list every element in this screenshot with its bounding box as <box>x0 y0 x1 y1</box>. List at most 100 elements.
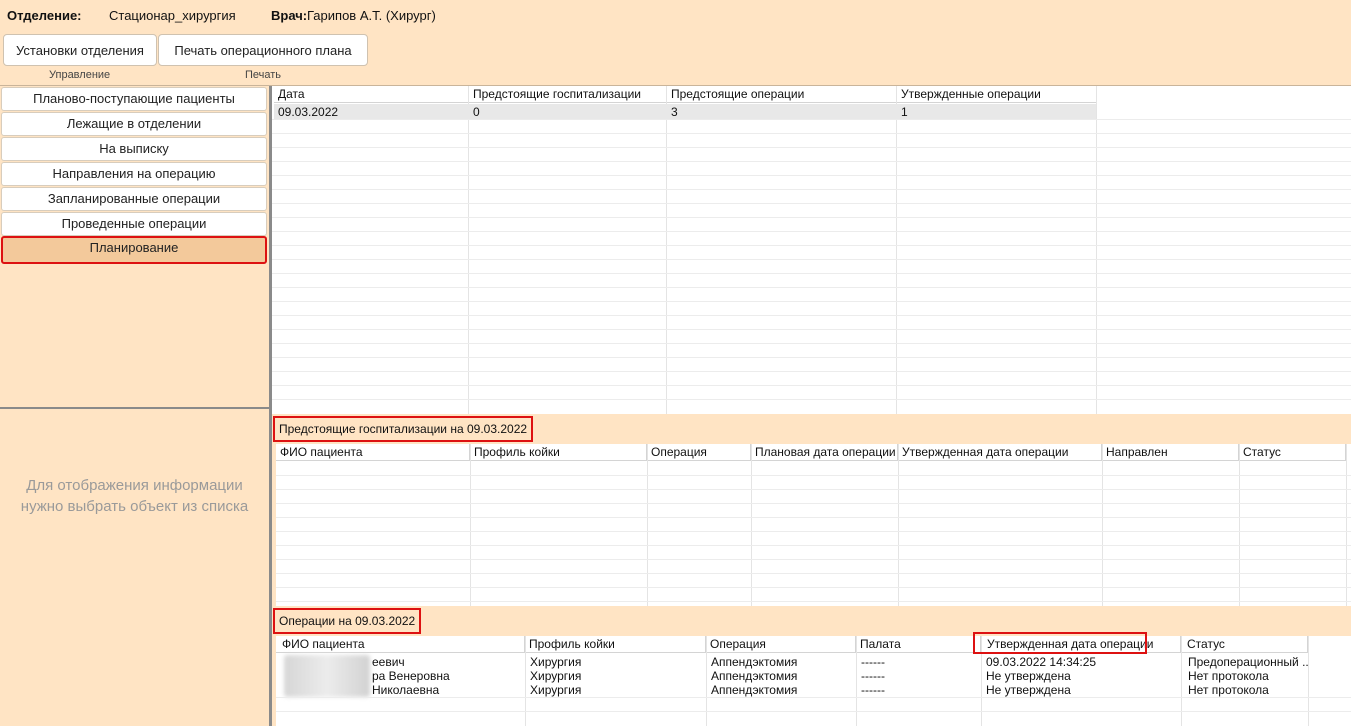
redacted-patient-names <box>284 655 370 697</box>
cell-date: 09.03.2022 <box>278 105 339 119</box>
column-header-date[interactable]: Дата <box>274 86 469 103</box>
row-line <box>276 711 1351 712</box>
col-divider <box>1308 636 1309 726</box>
doctor-value: Гарипов А.Т. (Хирург) <box>307 8 436 23</box>
nav-item-discharge[interactable]: На выписку <box>1 137 267 161</box>
cell-bed-profile: Хирургия <box>530 683 582 697</box>
col-divider <box>1239 444 1240 608</box>
column-header-patient-name[interactable]: ФИО пациента <box>276 444 470 461</box>
empty-details-placeholder: Для отображения информации нужно выбрать… <box>0 475 269 517</box>
nav-item-planned-patients[interactable]: Планово-поступающие пациенты <box>1 87 267 111</box>
column-header-upcoming-operations[interactable]: Предстоящие операции <box>667 86 897 103</box>
row-line <box>272 329 1351 330</box>
col-divider <box>1102 444 1103 608</box>
cell-upcoming-operations: 3 <box>671 105 678 119</box>
column-header-status[interactable]: Статус <box>1239 444 1346 461</box>
row-line <box>272 399 1351 400</box>
ribbon-header: Отделение: Стационар_хирургия Врач: Гари… <box>0 0 1351 86</box>
column-header-referred-by[interactable]: Направлен <box>1102 444 1239 461</box>
col-divider <box>647 444 648 608</box>
column-header-operation[interactable]: Операция <box>706 636 856 653</box>
cell-status: Предоперационный ... <box>1188 655 1308 669</box>
cell-upcoming-hospitalizations: 0 <box>473 105 480 119</box>
group-label-print: Печать <box>245 69 282 81</box>
column-header-approved-date[interactable]: Утвержденная дата операции <box>981 636 1181 653</box>
column-header-upcoming-hospitalizations[interactable]: Предстоящие госпитализации <box>469 86 667 103</box>
row-line <box>276 517 1351 518</box>
col-divider <box>666 86 667 416</box>
nav-item-inpatients[interactable]: Лежащие в отделении <box>1 112 267 136</box>
row-line <box>272 343 1351 344</box>
col-divider <box>1181 636 1182 726</box>
nav-item-planning[interactable]: Планирование <box>1 236 267 264</box>
row-line <box>276 489 1351 490</box>
left-nav-panel: Планово-поступающие пациенты Лежащие в о… <box>0 86 269 726</box>
row-line <box>272 245 1351 246</box>
cell-ward: ------ <box>861 655 885 669</box>
nav-item-scheduled-operations[interactable]: Запланированные операции <box>1 187 267 211</box>
row-line <box>272 385 1351 386</box>
col-divider <box>468 86 469 416</box>
column-header-approved-operations[interactable]: Утвержденные операции <box>897 86 1097 103</box>
row-line <box>276 545 1351 546</box>
cell-operation: Аппендэктомия <box>711 683 798 697</box>
row-line <box>276 573 1351 574</box>
row-line <box>276 697 1351 698</box>
cell-patient-name: Николаевна <box>372 683 440 697</box>
row-line <box>276 587 1351 588</box>
row-line <box>272 147 1351 148</box>
column-header-bed-profile[interactable]: Профиль койки <box>470 444 647 461</box>
placeholder-line-1: Для отображения информации <box>26 477 243 494</box>
cell-status: Нет протокола <box>1188 683 1269 697</box>
doctor-label: Врач: <box>271 8 308 23</box>
left-panel-splitter[interactable] <box>0 407 269 409</box>
row-line <box>272 189 1351 190</box>
column-header-operation[interactable]: Операция <box>647 444 751 461</box>
row-line <box>276 475 1351 476</box>
column-header-approved-date[interactable]: Утвержденная дата операции <box>898 444 1102 461</box>
group-label-management: Управление <box>49 69 111 81</box>
operations-section-title: Операции на 09.03.2022 <box>273 608 422 634</box>
cell-bed-profile: Хирургия <box>530 669 582 683</box>
column-header-bed-profile[interactable]: Профиль койки <box>525 636 706 653</box>
row-line <box>272 231 1351 232</box>
placeholder-line-2: нужно выбрать объект из списка <box>20 498 249 515</box>
hospitalizations-section-title: Предстоящие госпитализации на 09.03.2022 <box>273 416 534 442</box>
row-line <box>272 175 1351 176</box>
cell-bed-profile: Хирургия <box>530 655 582 669</box>
cell-patient-name: еевич <box>372 655 405 669</box>
row-line <box>272 217 1351 218</box>
department-label: Отделение: <box>7 8 82 23</box>
nav-item-surgery-referrals[interactable]: Направления на операцию <box>1 162 267 186</box>
col-divider <box>1096 86 1097 416</box>
row-line <box>276 503 1351 504</box>
cell-ward: ------ <box>861 669 885 683</box>
row-line <box>272 119 1351 120</box>
cell-status: Нет протокола <box>1188 669 1269 683</box>
cell-operation: Аппендэктомия <box>711 655 798 669</box>
hospitalizations-section-header: Предстоящие госпитализации на 09.03.2022 <box>272 414 1351 442</box>
row-line <box>272 315 1351 316</box>
cell-approved-date: Не утверждена <box>986 683 1071 697</box>
cell-ward: ------ <box>861 683 885 697</box>
operations-grid: ФИО пациента Профиль койки Операция Пала… <box>276 632 1351 726</box>
col-divider <box>470 444 471 608</box>
column-header-planned-date[interactable]: Плановая дата операции <box>751 444 898 461</box>
operations-section-header: Операции на 09.03.2022 <box>272 606 1351 634</box>
row-line <box>272 287 1351 288</box>
row-line <box>276 531 1351 532</box>
column-header-patient-name[interactable]: ФИО пациента <box>276 636 525 653</box>
hospitalizations-grid: ФИО пациента Профиль койки Операция План… <box>276 444 1351 608</box>
print-operation-plan-button[interactable]: Печать операционного плана <box>158 34 368 66</box>
department-settings-button[interactable]: Установки отделения <box>3 34 157 66</box>
row-line <box>272 371 1351 372</box>
row-line <box>272 357 1351 358</box>
column-header-ward[interactable]: Палата <box>856 636 981 653</box>
cell-operation: Аппендэктомия <box>711 669 798 683</box>
col-divider <box>1346 444 1347 608</box>
department-value: Стационар_хирургия <box>109 8 236 23</box>
nav-item-completed-operations[interactable]: Проведенные операции <box>1 212 267 236</box>
row-line <box>272 203 1351 204</box>
row-line <box>272 259 1351 260</box>
column-header-status[interactable]: Статус <box>1181 636 1308 653</box>
